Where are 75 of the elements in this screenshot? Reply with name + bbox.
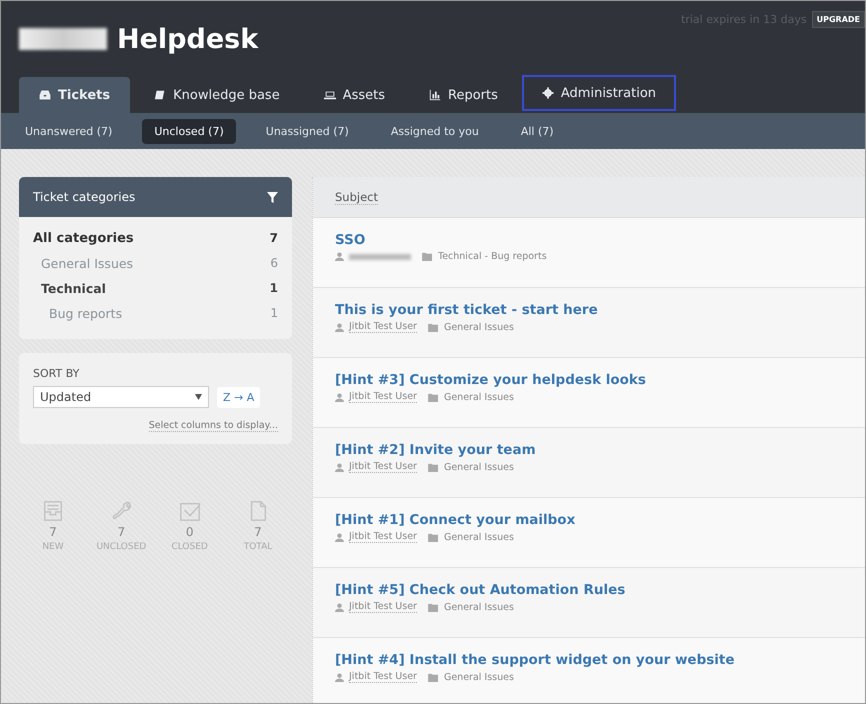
chart-icon: [429, 89, 442, 101]
person-icon: [335, 462, 344, 472]
ticket-category: Technical - Bug reports: [438, 251, 547, 262]
person-icon: [335, 672, 344, 682]
ticket-subject[interactable]: This is your first ticket - start here: [335, 302, 843, 318]
blurred-author: [349, 254, 411, 260]
ticket-author[interactable]: Jitbit Test User: [349, 531, 417, 543]
gear-icon: [542, 87, 554, 99]
order-button[interactable]: Z → A: [217, 386, 260, 408]
folder-icon: [428, 462, 439, 472]
nav-tab[interactable]: Administration: [522, 75, 676, 111]
folder-icon: [428, 322, 439, 332]
nav-tab[interactable]: Knowledge base: [134, 77, 300, 113]
book-icon: [154, 89, 166, 101]
folder-icon: [428, 672, 439, 682]
caret-icon: [195, 394, 202, 400]
category-item[interactable]: General Issues 6: [33, 256, 278, 271]
ticket-category: General Issues: [444, 532, 514, 542]
ticket-subject[interactable]: [Hint #2] Invite your team: [335, 442, 843, 458]
sort-select[interactable]: Updated: [33, 386, 209, 408]
stat-label: TOTAL: [244, 542, 272, 552]
stat-value: 0: [186, 525, 194, 539]
stat-label: UNCLOSED: [96, 542, 146, 552]
category-item[interactable]: All categories 7: [33, 231, 278, 246]
folder-icon: [428, 602, 439, 612]
tray-icon: [42, 500, 64, 522]
nav-tab[interactable]: Tickets: [19, 77, 130, 113]
folder-icon: [428, 392, 439, 402]
ticket-category: General Issues: [444, 462, 514, 472]
wrench-icon: [110, 500, 132, 522]
filter-tab[interactable]: All (7): [508, 118, 566, 144]
stat-value: 7: [254, 525, 262, 539]
filter-tab[interactable]: Assigned to you: [378, 118, 491, 144]
ticket-category: General Issues: [444, 392, 514, 402]
check-icon: [178, 500, 201, 522]
filter-tab[interactable]: Unanswered (7): [13, 118, 124, 144]
ticket-category: General Issues: [444, 672, 514, 682]
person-icon: [335, 392, 344, 402]
ticket-subject[interactable]: SSO: [335, 232, 843, 248]
folder-icon: [428, 532, 439, 542]
ticket-author[interactable]: Jitbit Test User: [349, 671, 417, 683]
person-icon: [335, 252, 344, 261]
nav-tab[interactable]: Reports: [409, 77, 518, 113]
stat-label: NEW: [42, 542, 64, 552]
stat-value: 7: [118, 525, 126, 539]
column-header[interactable]: Subject: [335, 190, 378, 204]
inbox-icon: [39, 89, 51, 101]
ticket-author[interactable]: Jitbit Test User: [349, 601, 417, 613]
upgrade-button[interactable]: UPGRADE: [812, 11, 865, 28]
person-icon: [335, 602, 344, 612]
category-item[interactable]: Bug reports 1: [33, 306, 278, 321]
stat-label: CLOSED: [171, 542, 208, 552]
filter-tab[interactable]: Unclosed (7): [142, 118, 236, 144]
ticket-author[interactable]: Jitbit Test User: [349, 391, 417, 403]
stat-value: 7: [49, 525, 57, 539]
columns-link[interactable]: Select columns to display...: [148, 420, 278, 432]
sort-label: SORT BY: [33, 367, 80, 380]
filter-tab[interactable]: Unassigned (7): [254, 118, 361, 144]
category-item[interactable]: Technical 1: [33, 281, 278, 296]
ticket-author[interactable]: Jitbit Test User: [349, 461, 417, 473]
ticket-subject[interactable]: [Hint #4] Install the support widget on your website: [335, 652, 843, 668]
ticket-author[interactable]: Jitbit Test User: [349, 321, 417, 333]
folder-icon: [422, 252, 433, 261]
ticket-subject[interactable]: [Hint #5] Check out Automation Rules: [335, 582, 843, 598]
app-title: Helpdesk: [117, 24, 258, 54]
ticket-subject[interactable]: [Hint #3] Customize your helpdesk looks: [335, 372, 843, 388]
person-icon: [335, 322, 344, 332]
laptop-icon: [324, 89, 336, 101]
ticket-category: General Issues: [444, 602, 514, 612]
person-icon: [335, 532, 344, 542]
ticket-category: General Issues: [444, 322, 514, 332]
ticket-subject[interactable]: [Hint #1] Connect your mailbox: [335, 512, 843, 528]
card-title: Ticket categories: [33, 190, 136, 204]
nav-tab[interactable]: Assets: [304, 77, 406, 113]
filter-icon[interactable]: [267, 192, 278, 202]
